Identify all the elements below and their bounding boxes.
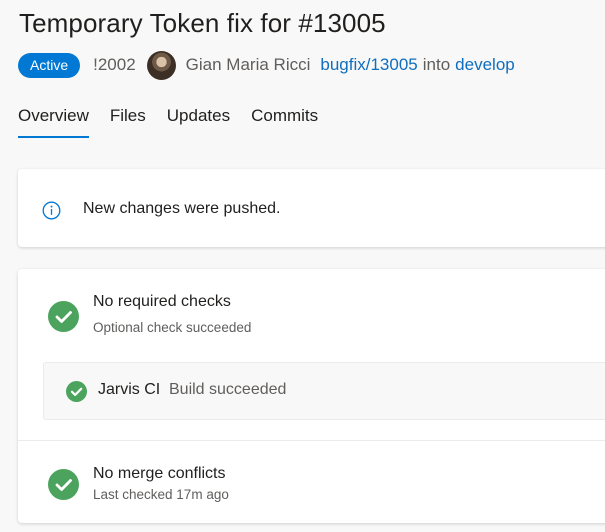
source-branch-link[interactable]: bugfix/13005 — [320, 55, 417, 75]
tab-commits[interactable]: Commits — [251, 106, 318, 138]
tab-bar: Overview Files Updates Commits — [18, 106, 339, 138]
into-label: into — [422, 55, 451, 74]
changes-pushed-notice: New changes were pushed. — [18, 169, 605, 247]
required-checks-title: No required checks — [93, 293, 231, 310]
required-checks-subtitle: Optional check succeeded — [93, 320, 252, 335]
page-title: Temporary Token fix for #13005 — [19, 8, 386, 38]
tab-overview[interactable]: Overview — [18, 106, 89, 138]
avatar[interactable] — [146, 50, 176, 80]
status-badge: Active — [18, 52, 81, 78]
notice-text: New changes were pushed. — [83, 200, 281, 217]
pr-meta: Active !2002 Gian Maria Ricci bugfix/130… — [18, 50, 515, 80]
ci-name: Jarvis CI — [98, 381, 161, 398]
tab-updates[interactable]: Updates — [167, 106, 230, 138]
info-icon — [42, 201, 61, 220]
merge-conflicts-title: No merge conflicts — [93, 465, 226, 482]
build-check-item[interactable]: Jarvis CI Build succeeded — [43, 362, 605, 420]
check-circle-icon — [66, 381, 87, 402]
ci-status: Build succeeded — [169, 381, 287, 398]
check-circle-icon — [48, 469, 79, 500]
pr-id: !2002 — [93, 55, 136, 74]
tab-files[interactable]: Files — [110, 106, 146, 138]
author-name: Gian Maria Ricci — [185, 55, 311, 74]
merge-conflicts-subtitle: Last checked 17m ago — [93, 487, 229, 502]
checks-card: No required checks Optional check succee… — [18, 269, 605, 523]
check-circle-icon — [48, 301, 79, 332]
divider — [18, 440, 605, 441]
target-branch-link[interactable]: develop — [455, 55, 515, 75]
